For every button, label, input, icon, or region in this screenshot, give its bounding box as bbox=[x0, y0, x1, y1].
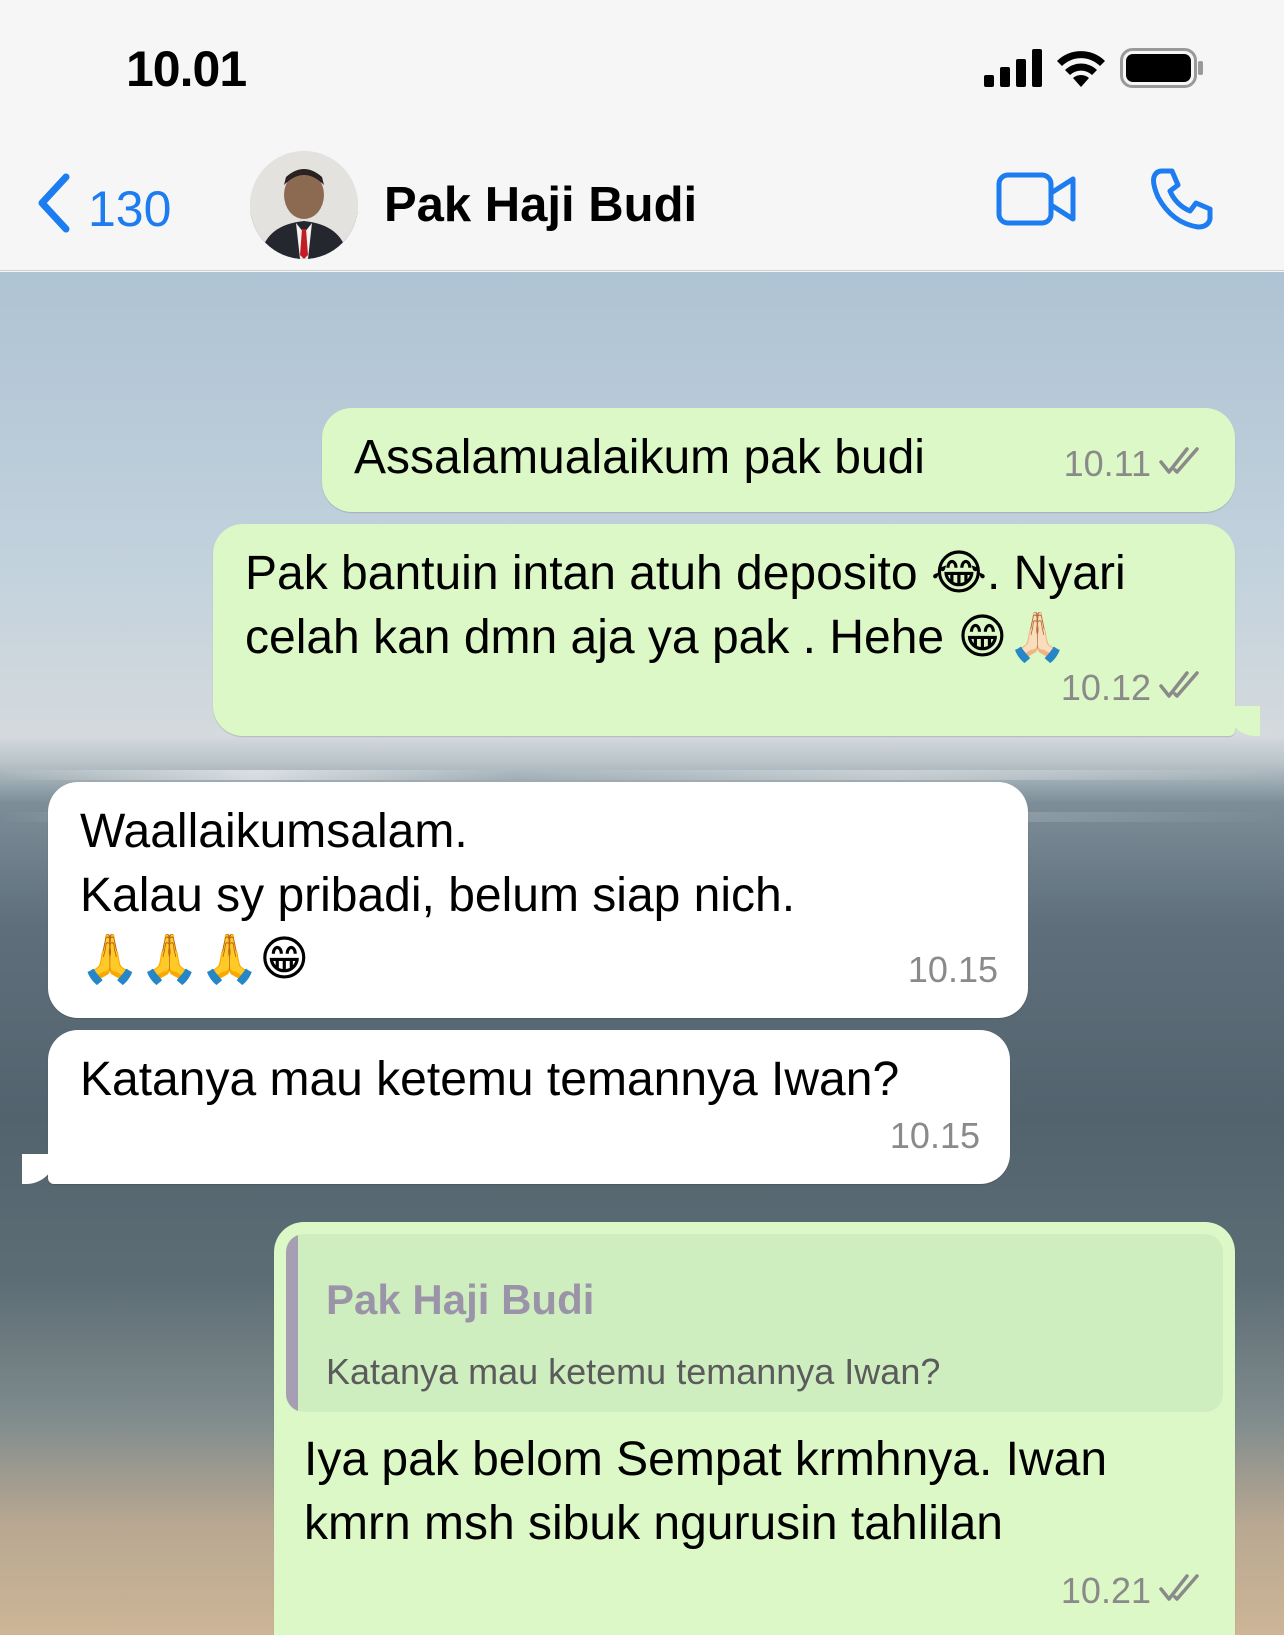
video-call-icon bbox=[996, 172, 1076, 233]
quote-bar bbox=[286, 1234, 298, 1412]
read-checkmarks-icon bbox=[1159, 1559, 1205, 1623]
message-time: 10.11 bbox=[1063, 443, 1151, 484]
status-time: 10.01 bbox=[126, 41, 247, 97]
contact-name[interactable]: Pak Haji Budi bbox=[384, 177, 697, 233]
unread-count: 130 bbox=[88, 181, 172, 237]
status-icons bbox=[984, 48, 1204, 93]
message-line: kmrn msh sibuk ngurusin tahlilan bbox=[304, 1497, 1003, 1550]
wifi-icon bbox=[1056, 49, 1106, 92]
message-meta: 10.12 bbox=[1061, 656, 1205, 720]
message-time: 10.21 bbox=[1060, 1570, 1151, 1611]
message-time: 10.15 bbox=[907, 949, 998, 990]
message-time: 10.15 bbox=[889, 1115, 980, 1156]
read-checkmarks-icon bbox=[1159, 656, 1205, 720]
message-text: Katanya mau ketemu temannya Iwan? bbox=[80, 1053, 900, 1106]
message-meta: 10.21 bbox=[1061, 1559, 1205, 1623]
quote-author: Pak Haji Budi bbox=[326, 1276, 595, 1323]
message-text: Assalamualaikum pak budi bbox=[354, 431, 925, 484]
status-bar: 10.01 bbox=[0, 0, 1284, 135]
message-line: Kalau sy pribadi, belum siap nich. bbox=[80, 869, 796, 922]
wave-decoration bbox=[0, 770, 1284, 780]
message-meta: 10.15 bbox=[890, 1104, 980, 1168]
voice-call-button[interactable] bbox=[1150, 167, 1214, 236]
back-button[interactable]: 130 bbox=[36, 173, 171, 245]
message-text: Pak bantuin intan atuh deposito 😂. Nyari… bbox=[245, 542, 1126, 670]
message-bubble-outgoing-reply[interactable]: Pak Haji Budi Katanya mau ketemu temanny… bbox=[274, 1222, 1235, 1635]
battery-icon bbox=[1120, 48, 1204, 93]
message-bubble-incoming[interactable]: Katanya mau ketemu temannya Iwan? 10.15 bbox=[48, 1030, 1010, 1184]
message-bubble-outgoing[interactable]: Assalamualaikum pak budi 10.11 bbox=[322, 408, 1235, 512]
message-line: Pak bantuin intan atuh deposito 😂. Nyari bbox=[245, 547, 1126, 600]
avatar[interactable] bbox=[250, 151, 358, 259]
message-time: 10.12 bbox=[1060, 667, 1151, 708]
message-line: Iya pak belom Sempat krmhnya. Iwan bbox=[304, 1433, 1108, 1486]
message-line: Waallaikumsalam. bbox=[80, 805, 468, 858]
chat-header: 130 Pak Haji Budi bbox=[0, 135, 1284, 271]
message-meta: 10.15 bbox=[908, 938, 998, 1002]
avatar-portrait bbox=[250, 151, 358, 259]
quoted-message[interactable]: Pak Haji Budi Katanya mau ketemu temanny… bbox=[286, 1234, 1223, 1412]
message-meta: 10.11 bbox=[1064, 432, 1205, 496]
chevron-left-icon bbox=[36, 173, 72, 245]
message-line: celah kan dmn aja ya pak . Hehe 😁🙏🏻 bbox=[245, 611, 1068, 664]
message-text: Iya pak belom Sempat krmhnya. Iwan kmrn … bbox=[304, 1428, 1107, 1556]
message-bubble-outgoing[interactable]: Pak bantuin intan atuh deposito 😂. Nyari… bbox=[213, 524, 1235, 736]
message-line: 🙏🙏🙏😁 bbox=[80, 933, 310, 986]
message-text: Waallaikumsalam. Kalau sy pribadi, belum… bbox=[80, 800, 795, 992]
message-bubble-incoming[interactable]: Waallaikumsalam. Kalau sy pribadi, belum… bbox=[48, 782, 1028, 1018]
quote-text: Katanya mau ketemu temannya Iwan? bbox=[326, 1351, 941, 1392]
chat-area[interactable]: Assalamualaikum pak budi 10.11 Pak bantu… bbox=[0, 272, 1284, 1635]
read-checkmarks-icon bbox=[1159, 432, 1205, 496]
signal-icon bbox=[984, 49, 1042, 92]
phone-call-icon bbox=[1150, 168, 1214, 235]
video-call-button[interactable] bbox=[996, 169, 1076, 234]
